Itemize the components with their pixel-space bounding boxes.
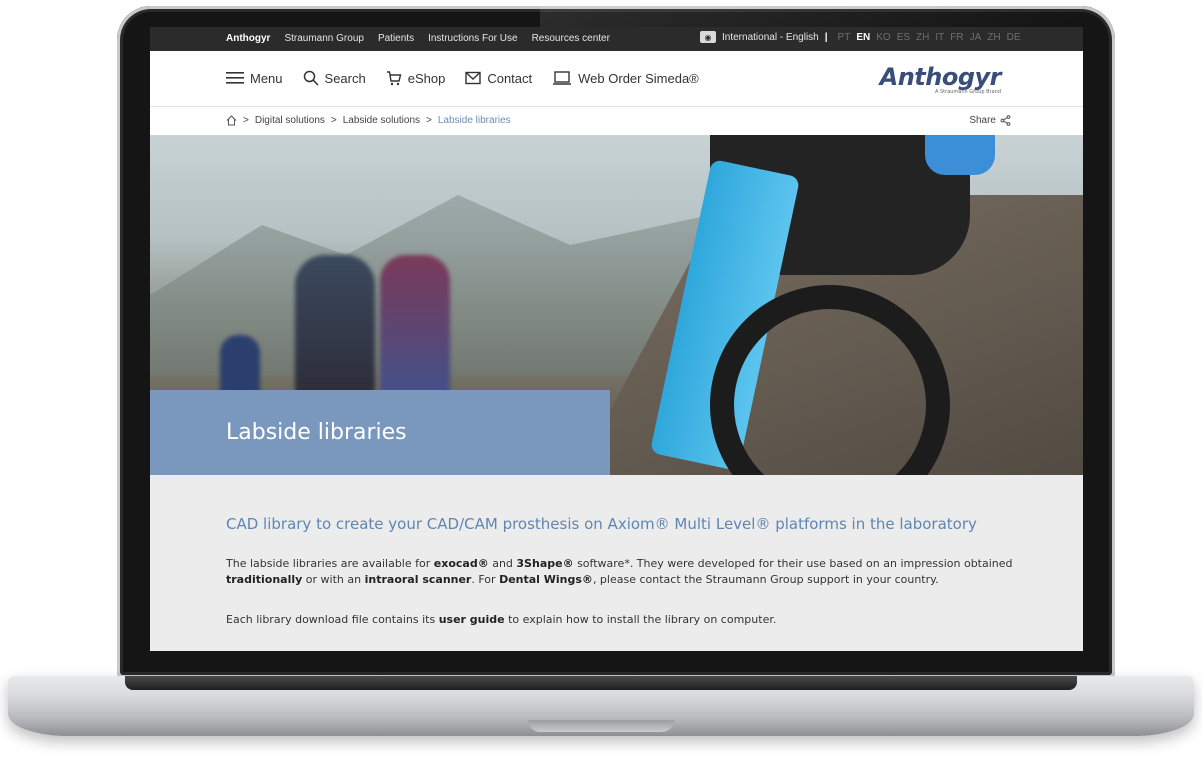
lang-ja[interactable]: JA: [970, 32, 982, 43]
menu-icon: [226, 72, 244, 84]
text-segment: The labside libraries are available for: [226, 557, 434, 570]
contact-label: Contact: [487, 70, 533, 86]
text-segment: or with an: [302, 573, 365, 586]
lang-fr[interactable]: FR: [950, 32, 963, 43]
top-utility-bar: Anthogyr Straumann Group Patients Instru…: [150, 27, 1083, 51]
content-paragraph-2: Each library download file contains its …: [226, 613, 1026, 626]
share-label: Share: [969, 115, 996, 126]
bold-intraoral-scanner: intraoral scanner: [364, 573, 472, 586]
utility-link-straumann-group[interactable]: Straumann Group: [284, 33, 364, 44]
bold-exocad: exocad®: [433, 557, 489, 570]
lang-ko[interactable]: KO: [876, 32, 890, 43]
text-segment: , please contact the Straumann Group sup…: [592, 573, 939, 586]
text-segment: and: [488, 557, 517, 570]
breadcrumb-current: Labside libraries: [437, 115, 511, 126]
utility-link-resources-center[interactable]: Resources center: [532, 33, 610, 44]
globe-icon: ◉: [700, 31, 716, 43]
menu-button[interactable]: Menu: [226, 71, 283, 86]
search-label: Search: [324, 70, 366, 86]
utility-link-anthogyr[interactable]: Anthogyr: [226, 33, 270, 44]
laptop-base-lip: [125, 676, 1077, 690]
text-segment: software*. They were developed for their…: [573, 557, 1013, 570]
main-navbar: Menu Search eShop Contact Web Order Sime…: [150, 51, 1083, 107]
lang-pt[interactable]: PT: [838, 32, 851, 43]
home-icon[interactable]: [226, 115, 237, 126]
hero-title-box: Labside libraries: [150, 390, 610, 475]
search-button[interactable]: Search: [303, 70, 366, 86]
hero-cyclist-blurred-2: [295, 255, 375, 395]
mail-icon: [465, 71, 482, 85]
logo-wordmark: Anthogyr: [879, 63, 1002, 91]
laptop-icon: [553, 71, 572, 85]
hero-cyclist-blurred-3: [380, 255, 450, 395]
search-icon: [303, 70, 319, 86]
lang-zh-2[interactable]: ZH: [987, 32, 1000, 43]
utility-link-patients[interactable]: Patients: [378, 33, 414, 44]
eshop-label: eShop: [407, 70, 446, 86]
region-label[interactable]: International - English: [722, 32, 819, 43]
web-order-label: Web Order Simeda®: [578, 70, 699, 86]
cart-icon: [386, 71, 402, 86]
brand-logo[interactable]: Anthogyr A Straumann Group Brand: [879, 63, 1002, 95]
region-separator: |: [824, 31, 828, 43]
content-paragraph-1: The labside libraries are available for …: [226, 556, 1026, 588]
breadcrumb-digital-solutions[interactable]: Digital solutions: [255, 115, 325, 126]
content-section: CAD library to create your CAD/CAM prost…: [150, 475, 1083, 651]
lang-de[interactable]: DE: [1007, 32, 1021, 43]
share-button[interactable]: Share: [969, 115, 1011, 126]
utility-link-instructions-for-use[interactable]: Instructions For Use: [428, 33, 517, 44]
lang-zh[interactable]: ZH: [916, 32, 929, 43]
laptop-base-notch: [528, 720, 674, 732]
hero-banner: Labside libraries: [150, 135, 1083, 475]
breadcrumb: > Digital solutions > Labside solutions …: [150, 107, 1083, 136]
text-segment: . For: [471, 573, 500, 586]
web-order-button[interactable]: Web Order Simeda®: [552, 70, 699, 86]
text-segment: to explain how to install the library on…: [504, 613, 777, 626]
language-list: PT EN KO ES ZH IT FR JA ZH DE: [838, 32, 1021, 43]
nav-items: Menu Search eShop Contact Web Order Sime…: [226, 70, 699, 86]
page-title: Labside libraries: [226, 420, 407, 445]
breadcrumb-labside-solutions[interactable]: Labside solutions: [343, 115, 420, 126]
screen: Anthogyr Straumann Group Patients Instru…: [150, 27, 1083, 651]
content-subtitle: CAD library to create your CAD/CAM prost…: [226, 515, 977, 533]
bold-traditionally: traditionally: [226, 573, 303, 586]
breadcrumb-separator: >: [426, 115, 432, 126]
lang-en[interactable]: EN: [856, 32, 870, 43]
breadcrumb-items: > Digital solutions > Labside solutions …: [226, 115, 511, 126]
menu-label: Menu: [250, 70, 283, 86]
lang-it[interactable]: IT: [935, 32, 944, 43]
lang-es[interactable]: ES: [897, 32, 910, 43]
text-segment: Each library download file contains its: [226, 613, 439, 626]
hero-cyclist-blurred-1: [220, 335, 260, 395]
bold-user-guide: user guide: [438, 613, 505, 626]
utility-links: Anthogyr Straumann Group Patients Instru…: [226, 33, 610, 44]
contact-button[interactable]: Contact: [465, 71, 532, 86]
share-icon: [1000, 115, 1011, 126]
bold-dental-wings: Dental Wings®: [499, 573, 593, 586]
region-selector[interactable]: ◉ International - English | PT EN KO ES …: [700, 31, 1021, 43]
bold-3shape: 3Shape®: [516, 557, 574, 570]
eshop-button[interactable]: eShop: [386, 70, 446, 86]
breadcrumb-separator: >: [330, 115, 337, 126]
hero-rider-glove: [925, 135, 995, 175]
breadcrumb-separator: >: [243, 115, 249, 126]
